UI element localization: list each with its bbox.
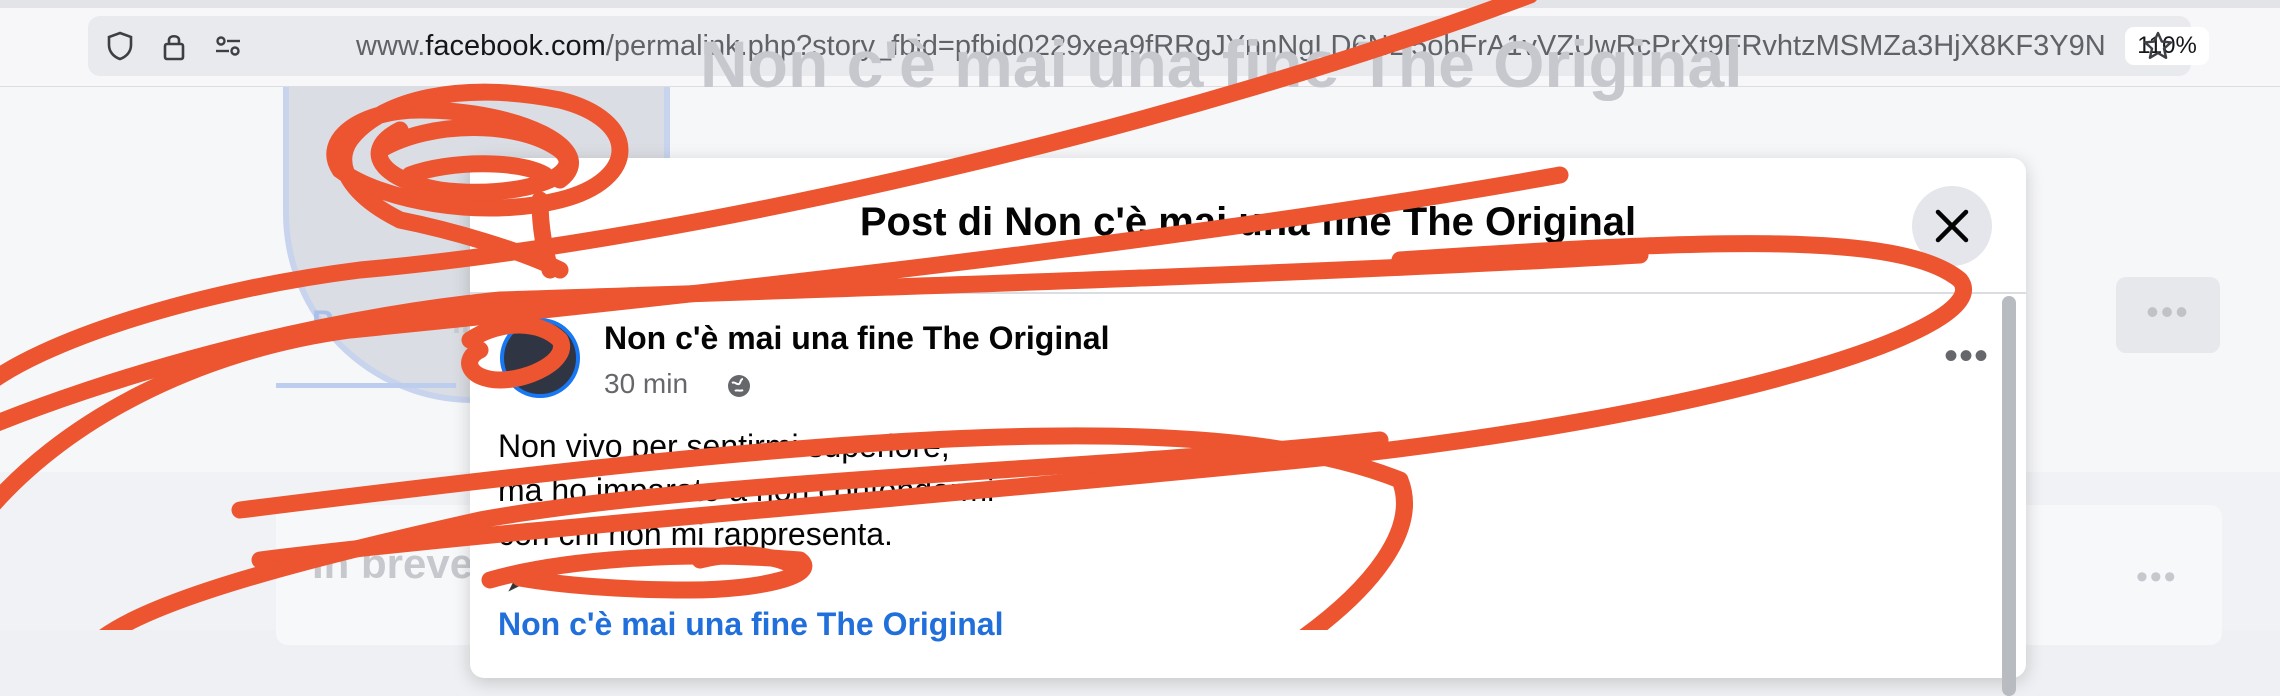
dialog-title: Post di Non c'è mai una fine The Origina… [859, 200, 1637, 244]
author-avatar[interactable] [500, 318, 580, 398]
bookmark-star-icon[interactable] [2142, 30, 2174, 62]
page-link[interactable]: Non c'è mai una fine The Original [498, 606, 1003, 643]
profile-name: Non c'è mai una fine The Original [700, 27, 1743, 101]
close-icon [1935, 209, 1969, 243]
dialog-scrollbar[interactable] [2002, 296, 2016, 696]
pen-icon [508, 566, 534, 592]
shield-icon[interactable] [104, 30, 136, 62]
intro-more-button[interactable]: ••• [2136, 558, 2178, 597]
profile-more-button[interactable]: ••• [2116, 277, 2220, 353]
globe-icon [728, 375, 750, 397]
post-timestamp[interactable]: 30 min [604, 368, 688, 400]
post-dialog: Post di Non c'è mai una fine The Origina… [470, 158, 2026, 696]
dialog-header: Post di Non c'è mai una fine The Origina… [470, 158, 2026, 294]
tab-active-indicator [276, 383, 456, 388]
post-text-line: con chi non mi rappresenta. [498, 516, 893, 552]
url-domain: facebook.com [425, 30, 606, 62]
intro-title: In breve [312, 540, 474, 587]
tab-post[interactable]: Post [312, 304, 381, 341]
close-button[interactable] [1912, 186, 1992, 266]
post-options-button[interactable]: ••• [1944, 334, 1989, 379]
post-author[interactable]: Non c'è mai una fine The Original [604, 320, 1109, 357]
url-prefix: www. [356, 30, 426, 62]
tab-strip-edge [0, 0, 2280, 8]
post-text-line: ma ho imparato a non confondermi [498, 472, 995, 508]
permissions-icon[interactable] [212, 30, 244, 62]
post-text-line: Non vivo per sentirmi superiore, [498, 428, 950, 464]
lock-icon[interactable] [158, 30, 190, 62]
